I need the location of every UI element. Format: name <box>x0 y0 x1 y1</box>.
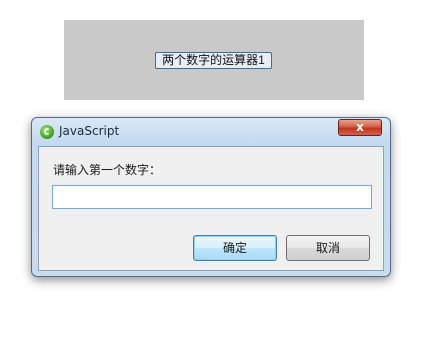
cancel-button[interactable]: 取消 <box>286 235 370 261</box>
calculator-launch-button[interactable]: 两个数字的运算器1 <box>155 52 272 69</box>
close-button[interactable]: x <box>338 119 382 136</box>
dialog-title-bar[interactable]: JavaScript x <box>32 118 390 146</box>
prompt-message: 请输入第一个数字： <box>53 163 162 177</box>
browser-logo-icon <box>40 125 54 139</box>
javascript-prompt-dialog: JavaScript x 请输入第一个数字： 确定 取消 <box>31 117 391 277</box>
dialog-body: 请输入第一个数字： 确定 取消 <box>38 146 384 271</box>
prompt-input[interactable] <box>52 185 372 209</box>
ok-button[interactable]: 确定 <box>193 235 277 261</box>
dialog-title: JavaScript <box>59 124 120 138</box>
